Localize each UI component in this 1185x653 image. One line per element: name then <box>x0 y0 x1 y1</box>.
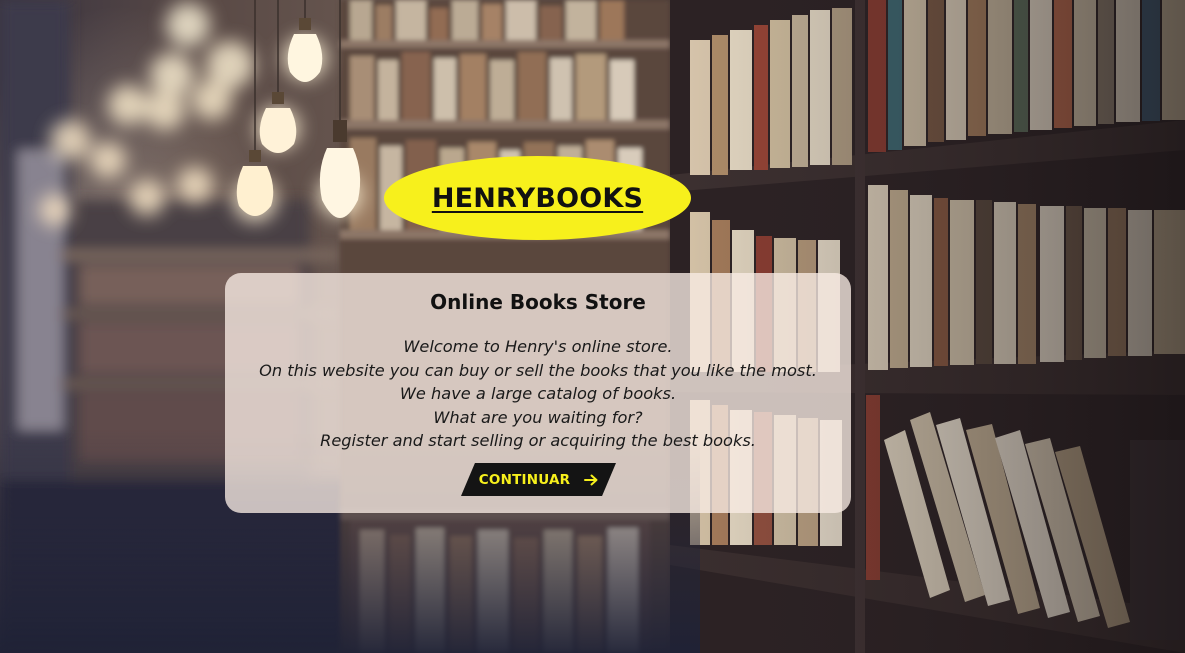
continue-button[interactable]: CONTINUAR <box>461 463 616 496</box>
card-title: Online Books Store <box>430 290 646 314</box>
welcome-line: Welcome to Henry's online store. <box>403 337 673 356</box>
welcome-line: Register and start selling or acquiring … <box>320 431 756 450</box>
brand-logo-text: HENRYBOOKS <box>431 182 644 214</box>
landing-page: HENRYBOOKS Online Books Store Welcome to… <box>0 0 1185 653</box>
brand-logo[interactable]: HENRYBOOKS <box>384 156 691 240</box>
continue-button-content: CONTINUAR <box>461 463 616 496</box>
welcome-line: On this website you can buy or sell the … <box>259 360 817 380</box>
welcome-text: Welcome to Henry's online store. On this… <box>225 335 851 453</box>
welcome-card: Online Books Store Welcome to Henry's on… <box>225 273 851 513</box>
continue-button-label: CONTINUAR <box>478 471 571 488</box>
welcome-line: We have a large catalog of books. <box>399 384 677 403</box>
welcome-line: What are you waiting for? <box>433 407 643 427</box>
arrow-right-icon <box>584 474 598 486</box>
